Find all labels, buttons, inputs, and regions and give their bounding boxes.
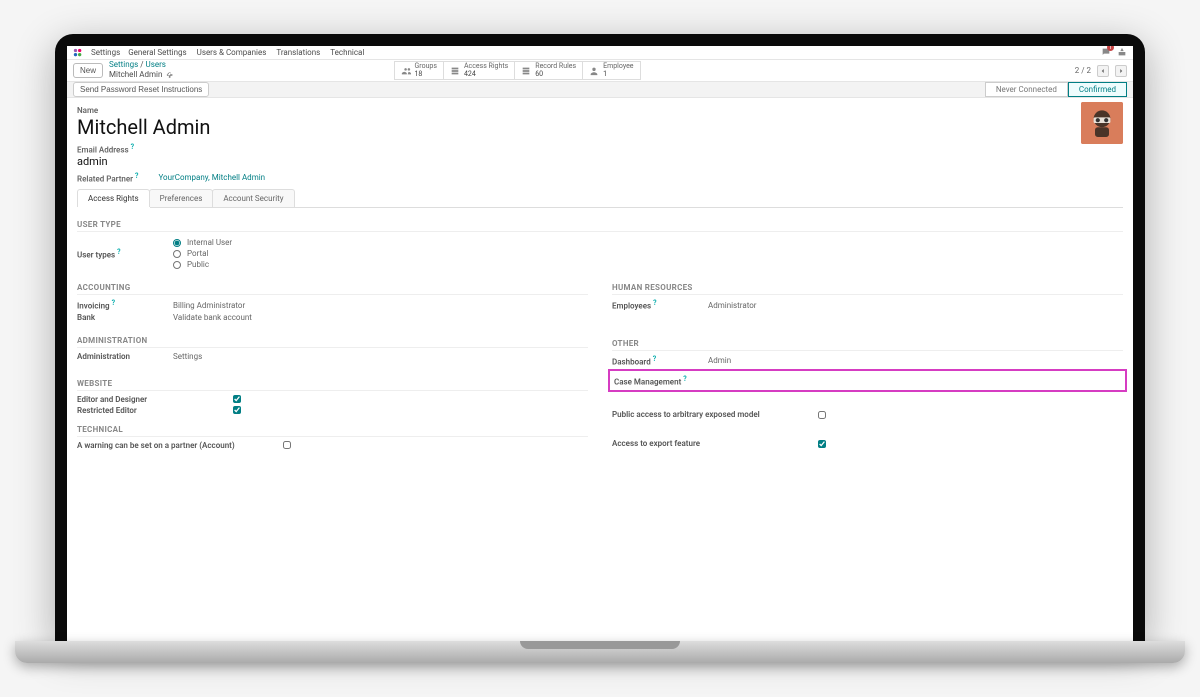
menu-users-companies[interactable]: Users & Companies — [197, 48, 267, 57]
menu-general-settings[interactable]: General Settings — [128, 48, 186, 57]
section-technical: TECHNICAL — [77, 421, 588, 437]
crumb-sep: / — [140, 60, 143, 69]
menu-technical[interactable]: Technical — [330, 48, 364, 57]
pager-next-button[interactable] — [1115, 65, 1127, 77]
partner-label: Related Partner? — [77, 172, 139, 184]
tab-preferences[interactable]: Preferences — [149, 189, 214, 207]
top-menu-items: General Settings Users & Companies Trans… — [128, 48, 364, 57]
bank-label: Bank — [77, 313, 167, 322]
stat-record-rules[interactable]: Record Rules60 — [515, 61, 583, 80]
editor-designer-label: Editor and Designer — [77, 395, 227, 404]
status-bar: Send Password Reset Instructions Never C… — [67, 82, 1133, 98]
section-accounting: ACCOUNTING — [77, 279, 588, 295]
partner-link[interactable]: YourCompany, Mitchell Admin — [159, 173, 266, 182]
invoicing-value[interactable]: Billing Administrator — [173, 301, 245, 310]
opt-portal: Portal — [187, 249, 208, 258]
messaging-icon[interactable]: 1 — [1101, 47, 1111, 59]
email-value[interactable]: admin — [77, 155, 1123, 168]
avatar[interactable] — [1081, 102, 1123, 144]
restricted-editor-checkbox[interactable] — [233, 406, 241, 414]
gear-icon[interactable] — [165, 70, 173, 81]
warning-partner-label: A warning can be set on a partner (Accou… — [77, 441, 277, 450]
dashboard-value[interactable]: Admin — [708, 356, 731, 365]
send-password-reset-button[interactable]: Send Password Reset Instructions — [73, 82, 209, 97]
section-website: WEBSITE — [77, 375, 588, 391]
stat-access-rights[interactable]: Access Rights424 — [444, 61, 515, 80]
stage-never-connected[interactable]: Never Connected — [985, 82, 1068, 97]
employees-value[interactable]: Administrator — [708, 301, 757, 310]
administration-value[interactable]: Settings — [173, 352, 202, 361]
tab-account-security[interactable]: Account Security — [212, 189, 294, 207]
pager-prev-button[interactable] — [1097, 65, 1109, 77]
crumb-record: Mitchell Admin — [109, 71, 162, 80]
restricted-editor-label: Restricted Editor — [77, 406, 227, 415]
crumb-users[interactable]: Users — [146, 60, 166, 69]
radio-public[interactable] — [173, 261, 181, 269]
email-label: Email Address? — [77, 143, 1123, 155]
stat-buttons: Groups18 Access Rights424 Record Rules60… — [394, 61, 641, 80]
export-feature-label: Access to export feature — [612, 439, 812, 448]
control-panel: New Settings / Users Mitchell Admin — [67, 60, 1133, 82]
form-view: Name Mitchell Admin Email Address? admin… — [67, 98, 1133, 468]
crumb-settings[interactable]: Settings — [109, 60, 138, 69]
radio-portal[interactable] — [173, 250, 181, 258]
section-administration: ADMINISTRATION — [77, 332, 588, 348]
message-badge: 1 — [1107, 46, 1114, 51]
bank-value[interactable]: Validate bank account — [173, 313, 252, 322]
stat-employee[interactable]: Employee1 — [583, 61, 640, 80]
name-value[interactable]: Mitchell Admin — [77, 115, 1123, 139]
dashboard-label: Dashboard? — [612, 355, 702, 367]
opt-internal-user: Internal User — [187, 238, 232, 247]
public-access-label: Public access to arbitrary exposed model — [612, 410, 812, 419]
case-management-label: Case Management? — [614, 375, 704, 387]
breadcrumb: Settings / Users Mitchell Admin — [109, 61, 173, 81]
activities-icon[interactable] — [1117, 47, 1127, 59]
stat-groups[interactable]: Groups18 — [394, 61, 444, 80]
invoicing-label: Invoicing? — [77, 299, 167, 311]
menu-translations[interactable]: Translations — [276, 48, 320, 57]
status-stages: Never Connected Confirmed — [985, 82, 1127, 97]
opt-public: Public — [187, 260, 209, 269]
pager-text: 2 / 2 — [1075, 66, 1091, 75]
section-user-type: USER TYPE — [77, 216, 1123, 232]
top-menu: Settings General Settings Users & Compan… — [67, 46, 1133, 60]
laptop-base-decoration — [15, 641, 1185, 663]
name-label: Name — [77, 106, 1123, 115]
user-types-label: User types? — [77, 248, 167, 260]
editor-designer-checkbox[interactable] — [233, 395, 241, 403]
section-other: OTHER — [612, 335, 1123, 351]
tab-access-rights[interactable]: Access Rights — [77, 189, 150, 207]
app-name[interactable]: Settings — [91, 48, 120, 57]
public-access-checkbox[interactable] — [818, 411, 826, 419]
case-management-highlight: Case Management? — [608, 369, 1127, 393]
stage-confirmed[interactable]: Confirmed — [1068, 82, 1127, 97]
employees-label: Employees? — [612, 299, 702, 311]
warning-partner-checkbox[interactable] — [283, 441, 291, 449]
section-hr: HUMAN RESOURCES — [612, 279, 1123, 295]
app-logo-icon[interactable] — [73, 48, 83, 58]
administration-label: Administration — [77, 352, 167, 361]
form-tabs: Access Rights Preferences Account Securi… — [77, 189, 1123, 208]
new-button[interactable]: New — [73, 63, 103, 78]
pager: 2 / 2 — [1075, 65, 1127, 77]
export-feature-checkbox[interactable] — [818, 440, 826, 448]
radio-internal-user[interactable] — [173, 239, 181, 247]
